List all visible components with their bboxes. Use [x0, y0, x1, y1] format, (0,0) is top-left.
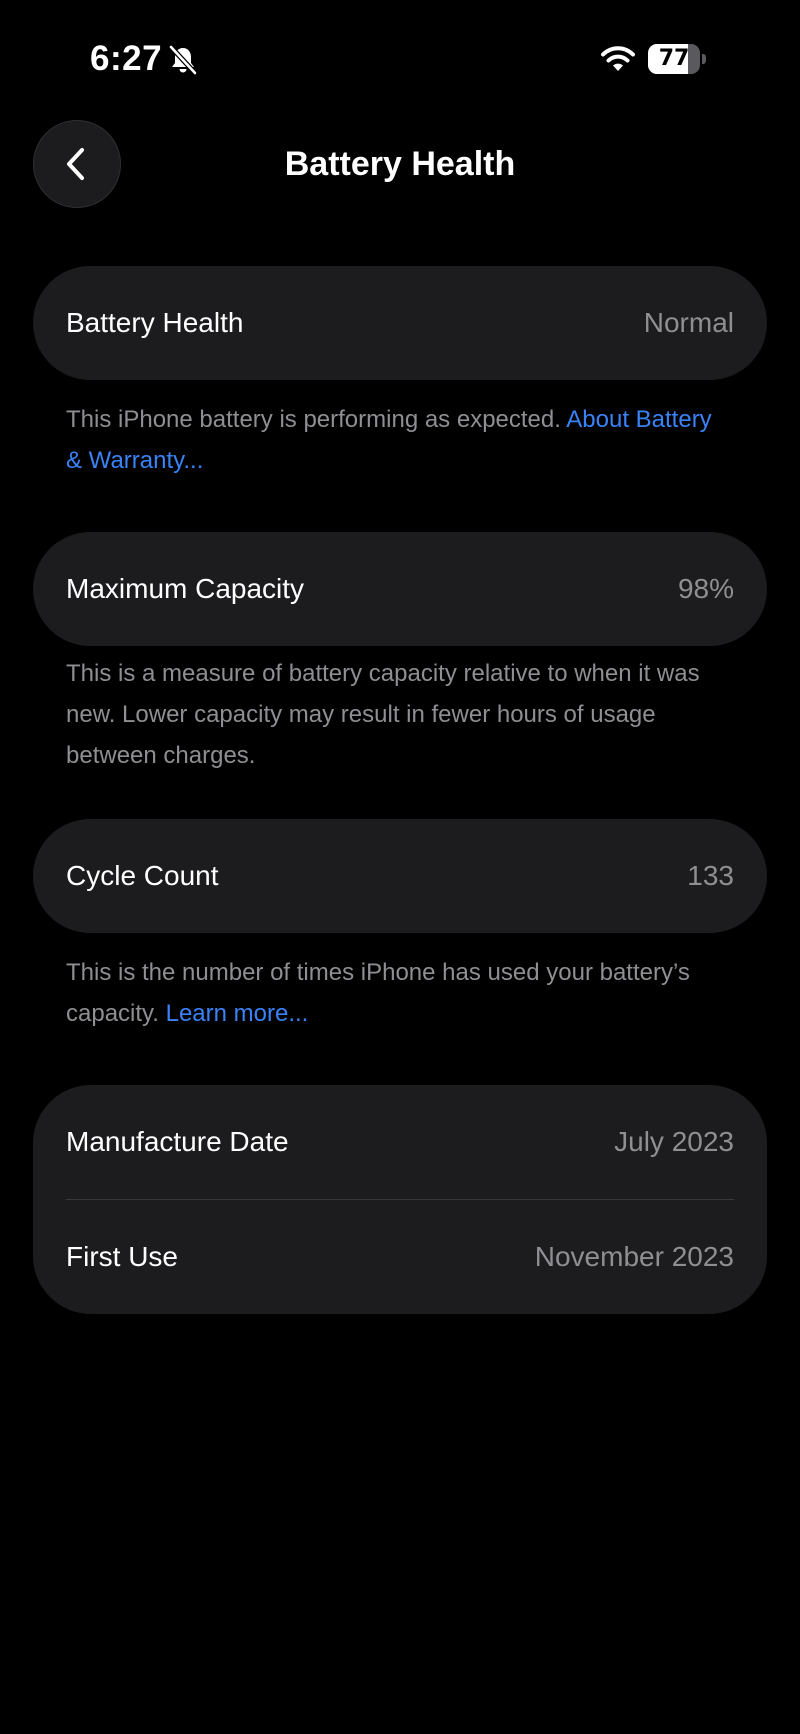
first-use-label: First Use: [66, 1241, 178, 1272]
status-bar: 6:27 77: [0, 0, 800, 110]
wifi-icon: [601, 46, 635, 71]
manufacture-date-row: Manufacture Date July 2023: [33, 1085, 767, 1199]
maximum-capacity-label: Maximum Capacity: [66, 573, 305, 604]
maximum-capacity-row: Maximum Capacity 98%: [33, 532, 767, 646]
battery-percent: 77: [658, 46, 690, 71]
bell-slash-icon: [169, 45, 197, 75]
cycle-count-label: Cycle Count: [66, 860, 219, 891]
page-title: Battery Health: [284, 145, 516, 183]
battery-health-label: Battery Health: [66, 307, 244, 338]
learn-more-link[interactable]: Learn more...: [166, 1000, 309, 1027]
maximum-capacity-card: Maximum Capacity 98%: [33, 532, 767, 646]
cycle-count-card: Cycle Count 133: [33, 819, 767, 933]
battery-health-description: This iPhone battery is performing as exp…: [66, 406, 567, 433]
first-use-row: First Use November 2023: [33, 1200, 767, 1314]
battery-icon: 77: [648, 44, 706, 74]
battery-dates-card: Manufacture Date July 2023 First Use Nov…: [33, 1085, 767, 1314]
maximum-capacity-value: 98%: [677, 573, 734, 604]
status-time: 6:27: [90, 39, 163, 78]
battery-health-row[interactable]: Battery Health Normal: [33, 266, 767, 380]
battery-health-card[interactable]: Battery Health Normal: [33, 266, 767, 380]
manufacture-date-label: Manufacture Date: [66, 1126, 289, 1157]
cycle-count-description: This is the number of times iPhone has u…: [66, 959, 690, 1027]
cycle-count-footnote: This is the number of times iPhone has u…: [66, 952, 726, 1034]
first-use-value: November 2023: [534, 1241, 734, 1272]
cycle-count-row: Cycle Count 133: [33, 819, 767, 933]
maximum-capacity-footnote: This is a measure of battery capacity re…: [66, 660, 700, 769]
manufacture-date-value: July 2023: [614, 1126, 734, 1157]
battery-health-footnote: This iPhone battery is performing as exp…: [66, 399, 726, 481]
cycle-count-value: 133: [687, 860, 734, 891]
battery-health-value: Normal: [643, 307, 734, 338]
